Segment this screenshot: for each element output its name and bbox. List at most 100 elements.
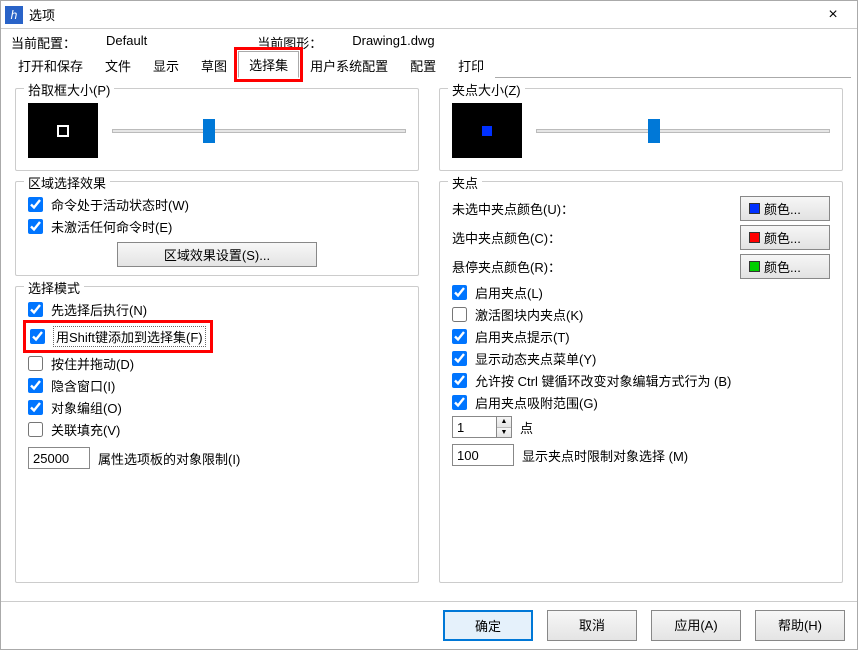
chk-no-cmd-label: 未激活任何命令时(E) xyxy=(51,217,172,236)
apply-button[interactable]: 应用(A) xyxy=(651,610,741,641)
grip-preview xyxy=(452,103,522,158)
select-mode-group: 选择模式 先选择后执行(N)用Shift键添加到选择集(F)按住并拖动(D)隐含… xyxy=(15,286,419,583)
window-title: 选项 xyxy=(29,5,813,24)
chk-enable-grips[interactable] xyxy=(452,285,467,300)
chk-ctrl-cycle-label: 允许按 Ctrl 键循环改变对象编辑方式行为 (B) xyxy=(475,371,731,390)
ok-button[interactable]: 确定 xyxy=(443,610,533,641)
grip-limit-input[interactable]: 100 xyxy=(452,444,514,466)
tab-0[interactable]: 打开和保存 xyxy=(7,52,94,78)
grip-fill-icon xyxy=(482,126,492,136)
select-mode-label-3: 隐含窗口(I) xyxy=(51,376,115,395)
grip-point-spinner[interactable]: 1 ▲ ▼ xyxy=(452,416,512,438)
options-dialog: h 选项 × 当前配置： Default 当前图形： Drawing1.dwg … xyxy=(0,0,858,650)
select-mode-checkbox-1[interactable] xyxy=(30,329,45,344)
cancel-button[interactable]: 取消 xyxy=(547,610,637,641)
select-mode-label-1: 用Shift键添加到选择集(F) xyxy=(53,326,206,347)
chk-no-cmd-row[interactable]: 未激活任何命令时(E) xyxy=(28,217,406,236)
select-mode-checkbox-3[interactable] xyxy=(28,378,43,393)
chk-grip-snap-label: 启用夹点吸附范围(G) xyxy=(475,393,598,412)
slider-thumb[interactable] xyxy=(648,119,660,143)
chk-block-grips-label: 激活图块内夹点(K) xyxy=(475,305,583,324)
selected-color-swatch xyxy=(749,232,760,243)
select-mode-item-0[interactable]: 先选择后执行(N) xyxy=(28,300,406,319)
select-mode-items: 先选择后执行(N) 用Shift键添加到选择集(F) 按住并拖动(D) 隐含窗口(I)… xyxy=(28,300,406,439)
grip-point-label: 点 xyxy=(520,418,533,437)
config-info-row: 当前配置： Default 当前图形： Drawing1.dwg xyxy=(1,29,857,54)
close-icon[interactable]: × xyxy=(813,1,853,28)
gripsize-slider[interactable] xyxy=(536,120,830,142)
chk-no-cmd[interactable] xyxy=(28,219,43,234)
selected-grip-color-button[interactable]: 颜色... xyxy=(740,225,830,250)
pickbox-slider[interactable] xyxy=(112,120,406,142)
left-column: 拾取框大小(P) 区域选择效果 命令处于活动状态时(W) xyxy=(15,88,419,593)
grip-point-value[interactable]: 1 xyxy=(452,416,496,438)
grip-limit-label: 显示夹点时限制对象选择 (M) xyxy=(522,446,688,465)
select-mode-item-4[interactable]: 对象编组(O) xyxy=(28,398,406,417)
app-icon: h xyxy=(5,6,23,24)
spin-down-icon[interactable]: ▼ xyxy=(497,428,511,438)
select-mode-item-3[interactable]: 隐含窗口(I) xyxy=(28,376,406,395)
chk-active-cmd[interactable] xyxy=(28,197,43,212)
current-config-value: Default xyxy=(106,33,147,52)
dialog-footer: 确定 取消 应用(A) 帮助(H) xyxy=(1,601,857,649)
spin-up-icon[interactable]: ▲ xyxy=(497,417,511,428)
pickbox-preview xyxy=(28,103,98,158)
select-mode-label-0: 先选择后执行(N) xyxy=(51,300,147,319)
select-mode-checkbox-5[interactable] xyxy=(28,422,43,437)
chk-grip-tips-label: 启用夹点提示(T) xyxy=(475,327,570,346)
area-effect-group: 区域选择效果 命令处于活动状态时(W) 未激活任何命令时(E) 区域效果设置(S… xyxy=(15,181,419,276)
chk-grip-snap[interactable] xyxy=(452,395,467,410)
chk-active-cmd-label: 命令处于活动状态时(W) xyxy=(51,195,189,214)
current-drawing-value: Drawing1.dwg xyxy=(352,33,434,52)
select-mode-legend: 选择模式 xyxy=(24,278,84,297)
pickbox-outline-icon xyxy=(57,125,69,137)
tab-6[interactable]: 配置 xyxy=(399,52,447,78)
select-mode-item-5[interactable]: 关联填充(V) xyxy=(28,420,406,439)
tab-strip: 打开和保存文件显示草图选择集用户系统配置配置打印 xyxy=(7,54,851,78)
unselected-grip-color-button[interactable]: 颜色... xyxy=(740,196,830,221)
hover-color-swatch xyxy=(749,261,760,272)
area-effect-legend: 区域选择效果 xyxy=(24,173,110,192)
area-effect-settings-button[interactable]: 区域效果设置(S)... xyxy=(117,242,317,267)
obj-limit-input[interactable]: 25000 xyxy=(28,447,90,469)
tab-4[interactable]: 选择集 xyxy=(238,51,299,78)
tab-content: 拾取框大小(P) 区域选择效果 命令处于活动状态时(W) xyxy=(1,78,857,601)
slider-thumb[interactable] xyxy=(203,119,215,143)
tab-5[interactable]: 用户系统配置 xyxy=(299,52,399,78)
selected-grip-label: 选中夹点颜色(C)： xyxy=(452,228,740,247)
tab-3[interactable]: 草图 xyxy=(190,52,238,78)
unselected-color-swatch xyxy=(749,203,760,214)
gripsize-group: 夹点大小(Z) xyxy=(439,88,843,171)
tab-7[interactable]: 打印 xyxy=(447,52,495,78)
select-mode-checkbox-0[interactable] xyxy=(28,302,43,317)
current-config-label: 当前配置： xyxy=(11,33,76,52)
right-column: 夹点大小(Z) 夹点 未选中夹点颜色(U)： xyxy=(439,88,843,593)
chk-enable-grips-label: 启用夹点(L) xyxy=(475,283,543,302)
grips-legend: 夹点 xyxy=(448,173,482,192)
tab-2[interactable]: 显示 xyxy=(142,52,190,78)
pickbox-legend: 拾取框大小(P) xyxy=(24,80,114,99)
select-mode-checkbox-4[interactable] xyxy=(28,400,43,415)
pickbox-size-group: 拾取框大小(P) xyxy=(15,88,419,171)
chk-active-cmd-row[interactable]: 命令处于活动状态时(W) xyxy=(28,195,406,214)
grips-group: 夹点 未选中夹点颜色(U)： 颜色... 选中夹点颜色(C)： 颜色... xyxy=(439,181,843,583)
chk-grip-menu[interactable] xyxy=(452,351,467,366)
help-button[interactable]: 帮助(H) xyxy=(755,610,845,641)
select-mode-item-2[interactable]: 按住并拖动(D) xyxy=(28,354,406,373)
hover-grip-label: 悬停夹点颜色(R)： xyxy=(452,257,740,276)
gripsize-legend: 夹点大小(Z) xyxy=(448,80,525,99)
current-drawing-label: 当前图形： xyxy=(257,33,322,52)
chk-grip-tips[interactable] xyxy=(452,329,467,344)
select-mode-item-1[interactable]: 用Shift键添加到选择集(F) xyxy=(28,325,208,348)
select-mode-checkbox-2[interactable] xyxy=(28,356,43,371)
select-mode-label-4: 对象编组(O) xyxy=(51,398,122,417)
chk-block-grips[interactable] xyxy=(452,307,467,322)
hover-grip-color-button[interactable]: 颜色... xyxy=(740,254,830,279)
slider-track xyxy=(112,129,406,133)
unselected-grip-label: 未选中夹点颜色(U)： xyxy=(452,199,740,218)
slider-track xyxy=(536,129,830,133)
select-mode-label-2: 按住并拖动(D) xyxy=(51,354,134,373)
tab-1[interactable]: 文件 xyxy=(94,52,142,78)
select-mode-label-5: 关联填充(V) xyxy=(51,420,120,439)
chk-ctrl-cycle[interactable] xyxy=(452,373,467,388)
